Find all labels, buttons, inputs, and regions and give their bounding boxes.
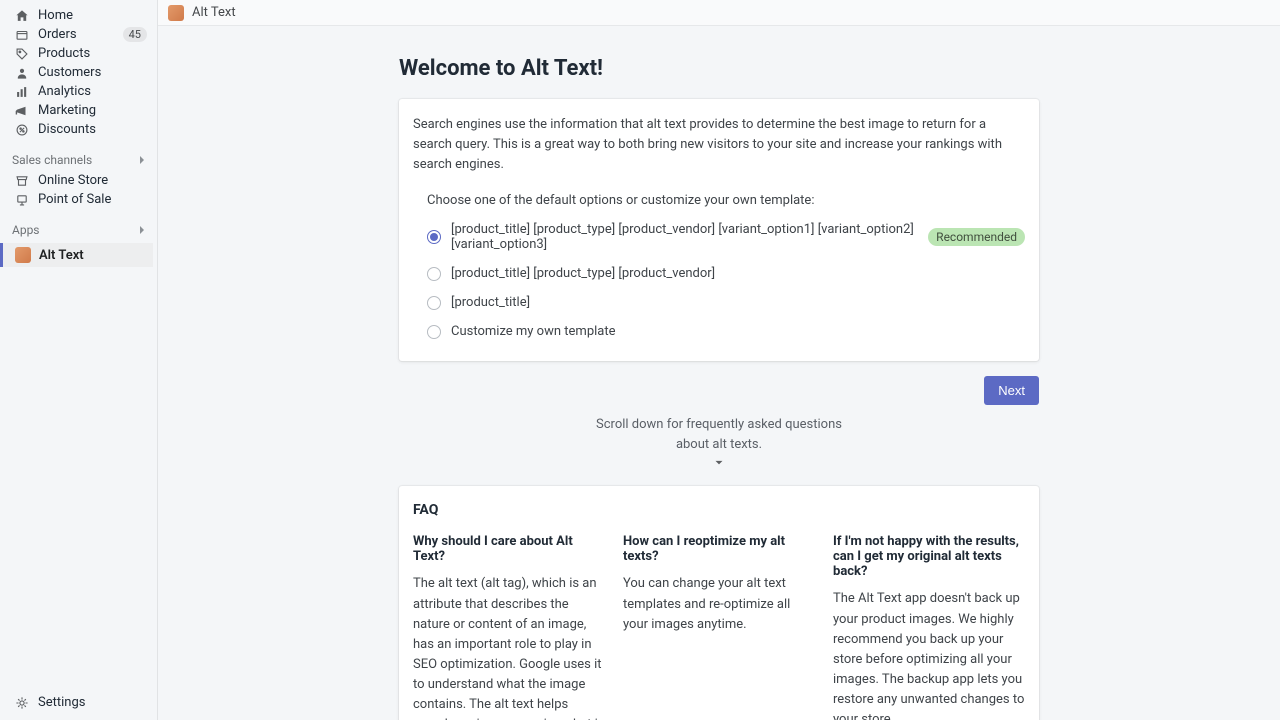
nav-label: Settings — [38, 696, 147, 709]
radio-input[interactable] — [427, 325, 441, 339]
faq-item: Why should I care about Alt Text? The al… — [413, 534, 605, 720]
nav-label: Point of Sale — [38, 193, 147, 206]
app-icon — [168, 5, 184, 21]
faq-answer: The Alt Text app doesn't back up your pr… — [833, 589, 1025, 720]
faq-heading: FAQ — [413, 502, 1025, 518]
nav-point-of-sale[interactable]: Point of Sale — [0, 190, 157, 209]
template-option-4[interactable]: Customize my own template — [427, 324, 1025, 339]
nav-label: Analytics — [38, 85, 147, 98]
app-icon — [15, 247, 31, 263]
recommended-badge: Recommended — [928, 228, 1025, 246]
choose-label: Choose one of the default options or cus… — [427, 193, 1025, 208]
nav-discounts[interactable]: Discounts — [0, 120, 157, 139]
template-option-3[interactable]: [product_title] — [427, 295, 1025, 310]
section-label: Apps — [12, 223, 40, 237]
section-label: Sales channels — [12, 153, 92, 167]
topbar-title: Alt Text — [192, 5, 236, 20]
radio-input[interactable] — [427, 267, 441, 281]
page-title: Welcome to Alt Text! — [399, 56, 1039, 81]
template-option-1[interactable]: [product_title] [product_type] [product_… — [427, 222, 1025, 252]
nav-marketing[interactable]: Marketing — [0, 101, 157, 120]
marketing-icon — [14, 103, 30, 119]
topbar: Alt Text — [158, 0, 1280, 26]
customers-icon — [14, 65, 30, 81]
chevron-right-icon — [137, 155, 147, 165]
main: Alt Text Welcome to Alt Text! Search eng… — [158, 0, 1280, 720]
option-label: [product_title] [product_type] [product_… — [451, 266, 715, 281]
nav-label: Customers — [38, 66, 147, 79]
orders-badge: 45 — [123, 27, 147, 42]
faq-item: If I'm not happy with the results, can I… — [833, 534, 1025, 720]
option-label: [product_title] — [451, 295, 530, 310]
nav-label: Home — [38, 9, 147, 22]
nav-label: Online Store — [38, 174, 147, 187]
nav-products[interactable]: Products — [0, 44, 157, 63]
faq-question: If I'm not happy with the results, can I… — [833, 534, 1025, 579]
intro-text: Search engines use the information that … — [413, 115, 1025, 175]
orders-icon — [14, 27, 30, 43]
faq-question: How can I reoptimize my alt texts? — [623, 534, 815, 564]
content: Welcome to Alt Text! Search engines use … — [158, 26, 1280, 720]
faq-answer: The alt text (alt tag), which is an attr… — [413, 574, 605, 720]
option-label: [product_title] [product_type] [product_… — [451, 222, 922, 252]
option-label: Customize my own template — [451, 324, 616, 339]
nav-orders[interactable]: Orders 45 — [0, 25, 157, 44]
nav-label: Products — [38, 47, 147, 60]
template-option-2[interactable]: [product_title] [product_type] [product_… — [427, 266, 1025, 281]
section-sales-channels[interactable]: Sales channels — [0, 149, 157, 171]
products-icon — [14, 46, 30, 62]
gear-icon — [14, 695, 30, 711]
nav-home[interactable]: Home — [0, 6, 157, 25]
faq-card: FAQ Why should I care about Alt Text? Th… — [399, 486, 1039, 720]
nav-customers[interactable]: Customers — [0, 63, 157, 82]
nav-online-store[interactable]: Online Store — [0, 171, 157, 190]
nav-label: Orders — [38, 28, 123, 41]
nav-label: Discounts — [38, 123, 147, 136]
faq-answer: You can change your alt text templates a… — [623, 574, 815, 634]
radio-input[interactable] — [427, 230, 441, 244]
chevron-right-icon — [137, 225, 147, 235]
pos-icon — [14, 192, 30, 208]
template-card: Search engines use the information that … — [399, 99, 1039, 361]
scroll-hint: Scroll down for frequently asked questio… — [589, 415, 849, 454]
nav-settings[interactable]: Settings — [0, 693, 157, 712]
app-label: Alt Text — [39, 248, 84, 263]
faq-item: How can I reoptimize my alt texts? You c… — [623, 534, 815, 720]
faq-question: Why should I care about Alt Text? — [413, 534, 605, 564]
chevron-down-icon — [399, 456, 1039, 470]
discounts-icon — [14, 122, 30, 138]
nav-label: Marketing — [38, 104, 147, 117]
nav-analytics[interactable]: Analytics — [0, 82, 157, 101]
analytics-icon — [14, 84, 30, 100]
next-button[interactable]: Next — [984, 376, 1039, 405]
app-alt-text[interactable]: Alt Text — [0, 243, 153, 267]
radio-input[interactable] — [427, 296, 441, 310]
home-icon — [14, 8, 30, 24]
section-apps[interactable]: Apps — [0, 219, 157, 241]
sidebar: Home Orders 45 Products Customers Analyt… — [0, 0, 158, 720]
store-icon — [14, 173, 30, 189]
